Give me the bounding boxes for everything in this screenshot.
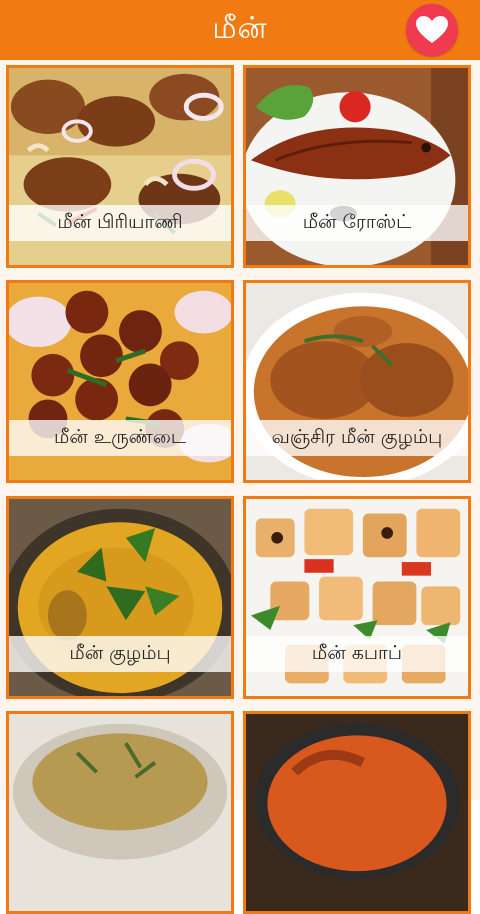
favorites-button[interactable] (406, 4, 458, 56)
recipe-card-fish-balls[interactable]: மீன் உருண்டை (6, 280, 234, 483)
recipe-card-vanjiram-fish-curry[interactable]: வஞ்சிர மீன் குழம்பு (243, 280, 471, 483)
recipe-card-fish-curry[interactable]: மீன் குழம்பு (6, 496, 234, 699)
recipe-card-7[interactable] (6, 711, 234, 914)
recipe-card-fish-roast[interactable]: மீன் ரோஸ்ட் (243, 65, 471, 268)
recipe-label: மீன் ரோஸ்ட் (246, 205, 468, 241)
recipe-card-fish-kebab[interactable]: மீன் கபாப் (243, 496, 471, 699)
page-title: மீன் (212, 10, 268, 46)
recipe-label: மீன் பிரியாணி (9, 205, 231, 241)
recipe-card-fish-biryani[interactable]: மீன் பிரியாணி (6, 65, 234, 268)
recipe-label: மீன் உருண்டை (9, 420, 231, 456)
heart-icon (416, 16, 448, 43)
recipe-grid: மீன் பிரியாணி மீன் ரோஸ்ட் மீன் உருண்டை வ… (0, 60, 480, 914)
recipe-label: வஞ்சிர மீன் குழம்பு (246, 420, 468, 456)
app-bar: மீன் (0, 0, 480, 60)
recipe-8-image (246, 714, 468, 911)
recipe-label: மீன் கபாப் (246, 636, 468, 672)
recipe-7-image (9, 714, 231, 911)
recipe-card-8[interactable] (243, 711, 471, 914)
recipe-label: மீன் குழம்பு (9, 636, 231, 672)
